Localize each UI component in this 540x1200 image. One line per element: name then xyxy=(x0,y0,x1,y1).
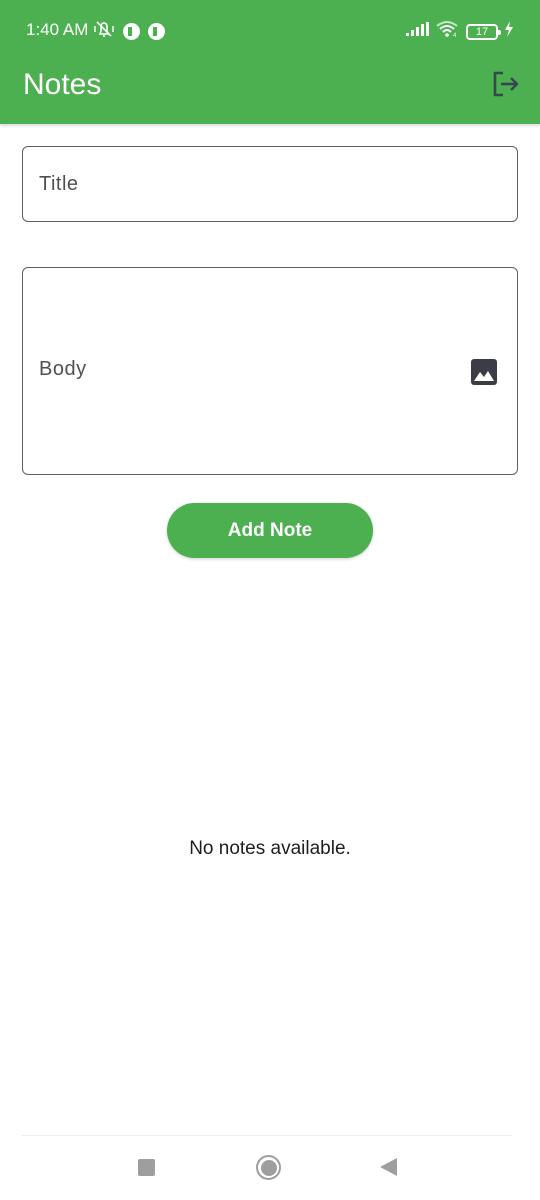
battery-level: 17 xyxy=(475,25,489,38)
attach-image-button[interactable] xyxy=(470,358,498,386)
body-field[interactable] xyxy=(22,267,518,475)
app-notification-icon xyxy=(148,23,165,40)
battery-icon: 17 xyxy=(466,23,501,40)
svg-text:4: 4 xyxy=(453,33,457,38)
app-notification-icon xyxy=(123,23,140,40)
status-bar: 1:40 AM 4 17 xyxy=(0,0,540,58)
empty-notes-message: No notes available. xyxy=(189,838,351,859)
page-title: Notes xyxy=(23,68,102,101)
add-note-button[interactable]: Add Note xyxy=(167,503,373,558)
back-button[interactable] xyxy=(380,1158,397,1176)
recents-button[interactable] xyxy=(138,1159,155,1176)
status-left-icons xyxy=(93,20,165,43)
app-bar: Notes xyxy=(0,58,540,124)
vibrate-off-icon xyxy=(93,20,115,43)
title-field[interactable] xyxy=(22,146,518,222)
status-time: 1:40 AM xyxy=(26,20,89,39)
home-button[interactable] xyxy=(256,1155,281,1180)
image-icon xyxy=(470,359,498,390)
logout-icon xyxy=(491,70,521,103)
body-input[interactable] xyxy=(39,358,459,388)
title-input[interactable] xyxy=(39,171,499,197)
logout-button[interactable] xyxy=(490,70,522,102)
system-nav-bar xyxy=(0,1136,540,1200)
status-right-icons: 4 17 xyxy=(406,20,514,43)
signal-icon xyxy=(406,22,430,41)
wifi-icon: 4 xyxy=(436,20,460,43)
charging-icon xyxy=(504,21,514,42)
